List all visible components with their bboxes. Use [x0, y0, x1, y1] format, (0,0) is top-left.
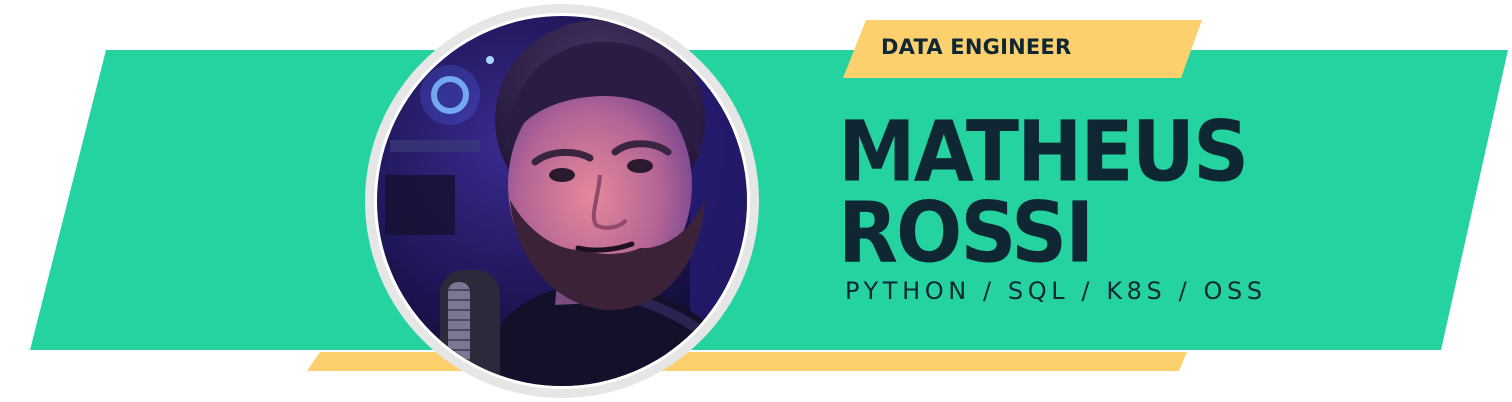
- skills-line: PYTHON / SQL / K8S / OSS: [845, 277, 1267, 305]
- green-banner: [30, 50, 1508, 350]
- role-tag-label: DATA ENGINEER: [881, 35, 1072, 59]
- first-name: MATHEUS: [838, 103, 1249, 201]
- banner-graphic: [30, 4, 1508, 398]
- last-name: ROSSI: [838, 184, 1094, 282]
